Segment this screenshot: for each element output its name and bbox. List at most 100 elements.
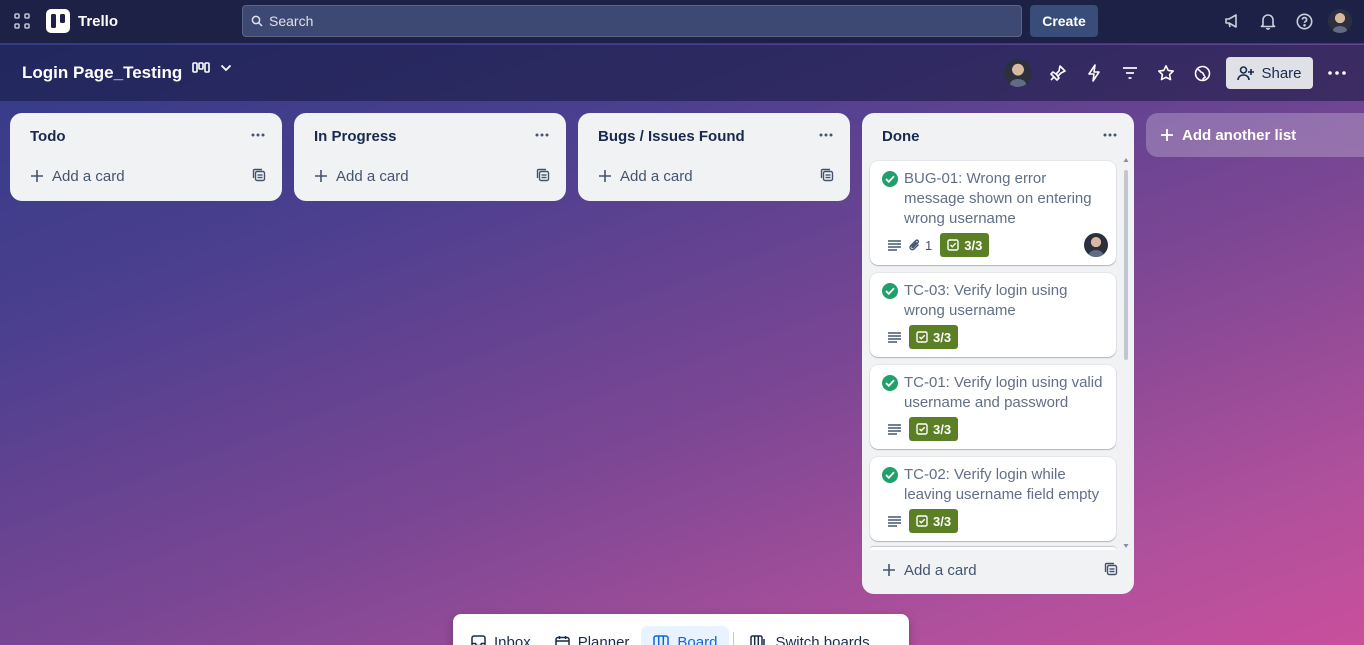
add-card-button[interactable]: Add a card	[14, 159, 278, 193]
checklist-badge: 3/3	[909, 417, 959, 441]
card-tc-02[interactable]: TC-02: Verify login while leaving userna…	[870, 457, 1116, 541]
create-button[interactable]: Create	[1030, 5, 1098, 37]
nav-switch-boards-label: Switch boards	[775, 633, 870, 645]
list-todo: Todo Add a card	[10, 113, 282, 201]
nav-planner[interactable]: Planner	[543, 626, 642, 645]
board-icon	[653, 635, 670, 645]
power-ups-icon[interactable]	[1047, 62, 1069, 84]
nav-board-label: Board	[677, 633, 718, 645]
visibility-globe-icon[interactable]	[1191, 62, 1213, 84]
complete-check-icon[interactable]	[882, 467, 898, 483]
card-title: TC-03: Verify login using wrong username	[904, 282, 1068, 319]
trello-logo[interactable]: Trello	[46, 9, 118, 33]
nav-planner-label: Planner	[577, 633, 630, 645]
plus-icon	[315, 170, 327, 182]
top-navigation-bar: Trello Search Create	[0, 0, 1364, 44]
checklist-icon	[916, 515, 928, 527]
card-member-avatar[interactable]	[1084, 233, 1108, 257]
checklist-icon	[916, 423, 928, 435]
add-card-label: Add a card	[620, 167, 693, 185]
plus-icon	[1161, 129, 1173, 141]
search-placeholder: Search	[269, 13, 314, 29]
share-button[interactable]: Share	[1226, 57, 1313, 89]
list-title[interactable]: Todo	[30, 128, 66, 145]
nav-switch-boards[interactable]: Switch boards	[738, 626, 881, 645]
search-input[interactable]: Search	[242, 5, 1022, 37]
list-menu-icon[interactable]	[818, 127, 834, 143]
checklist-icon	[916, 331, 928, 343]
notifications-bell-icon[interactable]	[1258, 11, 1278, 31]
list-menu-icon[interactable]	[250, 127, 266, 143]
plus-icon	[883, 564, 895, 576]
list-title[interactable]: Done	[882, 128, 920, 145]
add-card-label: Add a card	[336, 167, 409, 185]
board-member-avatar[interactable]	[1004, 59, 1032, 87]
card-template-icon[interactable]	[536, 168, 550, 182]
bottom-navigation: Inbox Planner Board Switch boards	[453, 614, 909, 645]
board-menu-icon[interactable]	[1326, 62, 1348, 84]
complete-check-icon[interactable]	[882, 283, 898, 299]
card-partial	[870, 547, 1116, 550]
checklist-badge: 3/3	[909, 325, 959, 349]
card-tc-01[interactable]: TC-01: Verify login using valid username…	[870, 365, 1116, 449]
calendar-icon	[554, 635, 570, 645]
add-card-button[interactable]: Add a card	[298, 159, 562, 193]
checklist-icon	[947, 239, 959, 251]
list-header[interactable]: Bugs / Issues Found	[578, 113, 850, 159]
nav-board[interactable]: Board	[641, 626, 730, 645]
add-another-list-button[interactable]: Add another list	[1146, 113, 1364, 157]
list-header[interactable]: Done	[862, 113, 1134, 159]
board-view-switcher[interactable]	[192, 61, 232, 75]
list-scrollbar[interactable]	[1122, 158, 1130, 548]
complete-check-icon[interactable]	[882, 375, 898, 391]
search-icon	[251, 15, 263, 27]
checklist-count: 3/3	[933, 513, 952, 529]
trello-logo-icon	[46, 9, 70, 33]
board-view-icon	[192, 62, 210, 73]
card-template-icon[interactable]	[252, 168, 266, 182]
attachment-count: 1	[925, 237, 933, 253]
plus-icon	[599, 170, 611, 182]
inbox-icon	[471, 634, 486, 645]
checklist-badge: 3/3	[909, 509, 959, 533]
automation-icon[interactable]	[1083, 62, 1105, 84]
complete-check-icon[interactable]	[882, 171, 898, 187]
list-header[interactable]: Todo	[10, 113, 282, 159]
help-icon[interactable]	[1294, 11, 1314, 31]
description-icon	[888, 239, 901, 251]
list-menu-icon[interactable]	[1102, 127, 1118, 143]
list-title[interactable]: In Progress	[314, 128, 397, 145]
add-card-label: Add a card	[52, 167, 125, 185]
user-avatar[interactable]	[1328, 9, 1352, 33]
card-tc-03[interactable]: TC-03: Verify login using wrong username…	[870, 273, 1116, 357]
filter-icon[interactable]	[1119, 62, 1141, 84]
chevron-down-icon	[220, 64, 232, 72]
checklist-badge: 3/3	[940, 233, 990, 257]
add-card-label: Add a card	[904, 561, 977, 579]
switch-boards-icon	[750, 635, 766, 645]
share-label: Share	[1261, 64, 1302, 82]
board-header: Login Page_Testing Share	[0, 45, 1364, 101]
add-card-button[interactable]: Add a card	[866, 553, 1130, 587]
board-title[interactable]: Login Page_Testing	[22, 63, 182, 83]
list-header[interactable]: In Progress	[294, 113, 566, 159]
list-bugs-issues-found: Bugs / Issues Found Add a card	[578, 113, 850, 201]
checklist-count: 3/3	[933, 421, 952, 437]
card-bug-01[interactable]: BUG-01: Wrong error message shown on ent…	[870, 161, 1116, 265]
add-list-label: Add another list	[1182, 126, 1297, 144]
card-template-icon[interactable]	[1104, 562, 1118, 576]
card-title: TC-01: Verify login using valid username…	[904, 374, 1103, 411]
list-title[interactable]: Bugs / Issues Found	[598, 128, 745, 145]
app-switcher-icon[interactable]	[12, 11, 32, 31]
add-person-icon	[1237, 66, 1255, 81]
description-icon	[888, 515, 901, 527]
star-icon[interactable]	[1155, 62, 1177, 84]
add-card-button[interactable]: Add a card	[582, 159, 846, 193]
nav-inbox-label: Inbox	[494, 633, 531, 645]
list-menu-icon[interactable]	[534, 127, 550, 143]
card-template-icon[interactable]	[820, 168, 834, 182]
megaphone-icon[interactable]	[1222, 11, 1242, 31]
nav-inbox[interactable]: Inbox	[459, 626, 543, 645]
card-title: BUG-01: Wrong error message shown on ent…	[904, 170, 1092, 227]
app-name: Trello	[78, 12, 119, 30]
